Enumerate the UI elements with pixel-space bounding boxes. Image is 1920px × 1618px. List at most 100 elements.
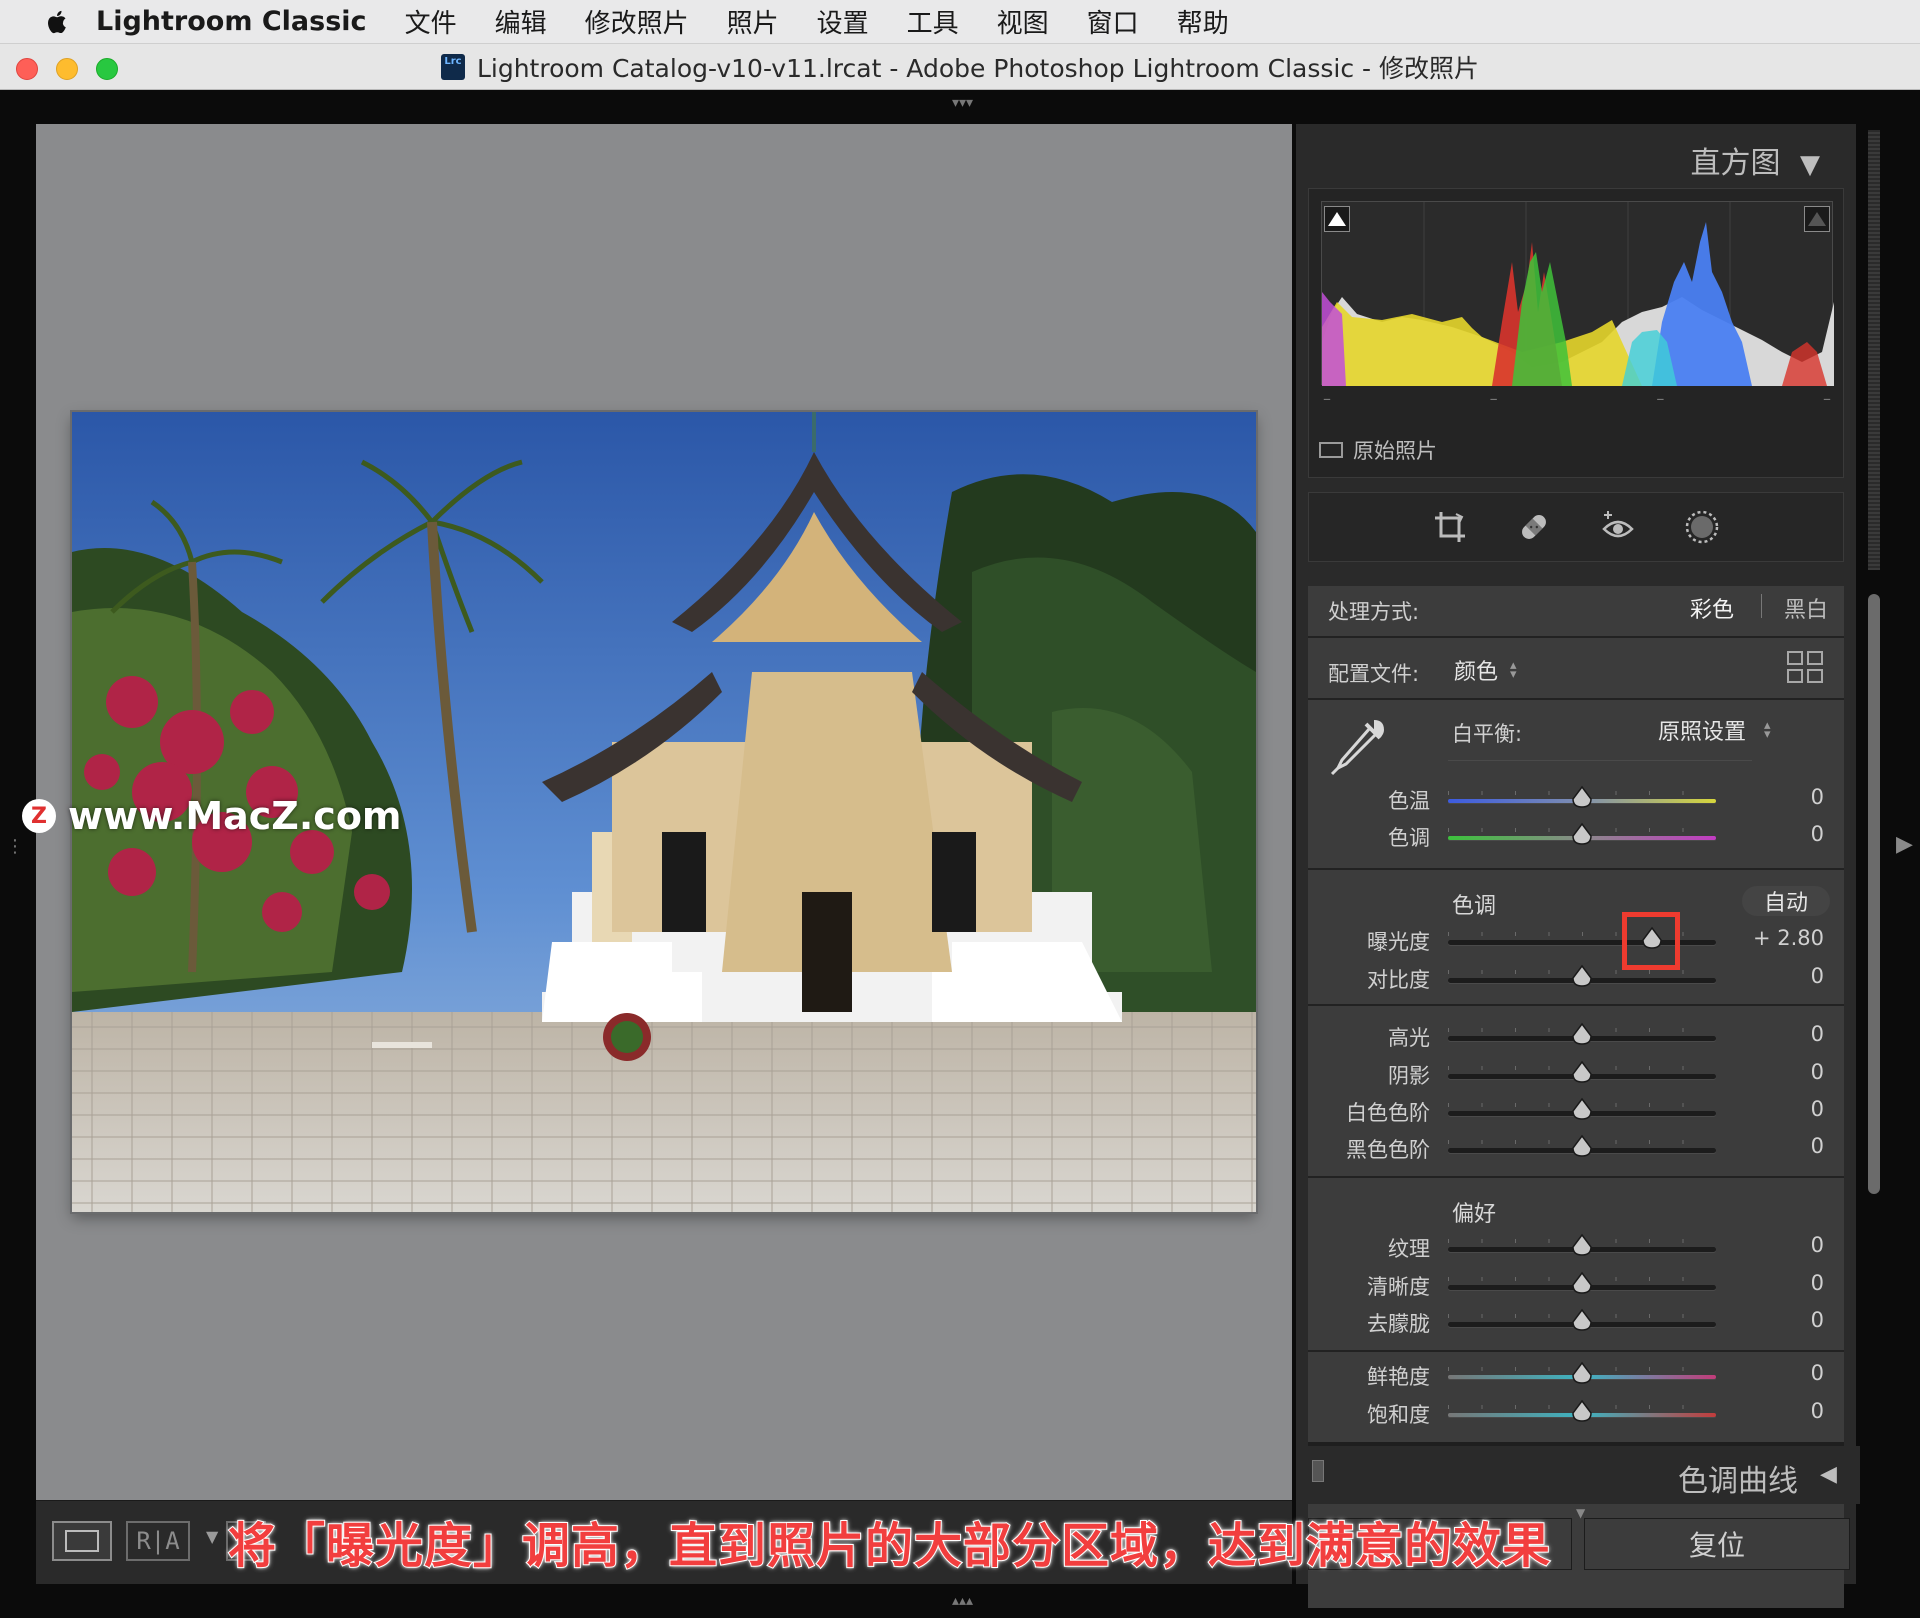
tone-header: 色调 — [1452, 894, 1497, 919]
updown-chevron-icon: ▴ ▾ — [1764, 718, 1771, 742]
slider-label: 阴影 — [1388, 1064, 1430, 1088]
slider-value[interactable]: 0 — [1811, 1399, 1824, 1423]
reset-button[interactable]: 复位 — [1584, 1518, 1850, 1570]
original-photo-label: 原始照片 — [1353, 439, 1437, 463]
section-divider — [1308, 868, 1844, 870]
slider-value[interactable]: 0 — [1811, 964, 1824, 988]
crop-tool-icon[interactable] — [1432, 509, 1468, 545]
slider-value[interactable]: 0 — [1811, 785, 1824, 809]
section-divider — [1308, 1004, 1844, 1006]
section-divider — [1308, 1350, 1844, 1352]
menu-edit[interactable]: 编辑 — [495, 3, 547, 40]
highlight-clipping-toggle[interactable] — [1804, 206, 1830, 232]
section-divider — [1308, 636, 1844, 638]
slider-value[interactable]: 0 — [1811, 1271, 1824, 1295]
tutorial-caption: 将「曝光度」调高，直到照片的大部分区域，达到满意的效果 — [227, 1517, 1552, 1575]
before-after-view-button[interactable]: R|A — [126, 1521, 190, 1561]
zoom-window-button[interactable] — [96, 58, 118, 80]
slider-value[interactable]: 0 — [1811, 1134, 1824, 1158]
auto-tone-button[interactable]: 自动 — [1742, 886, 1830, 916]
red-eye-tool-icon[interactable] — [1600, 509, 1636, 545]
watermark-text: www.MacZ.com — [68, 794, 402, 838]
slider-label: 鲜艳度 — [1367, 1365, 1430, 1389]
slider-label: 饱和度 — [1367, 1403, 1430, 1427]
left-panel-toggle-icon[interactable]: ⋮ — [6, 838, 24, 856]
menu-view[interactable]: 视图 — [997, 3, 1049, 40]
white-balance-label: 白平衡: — [1452, 722, 1523, 746]
slider-label: 黑色色阶 — [1346, 1138, 1430, 1162]
window-title: Lightroom Catalog-v10-v11.lrcat - Adobe … — [476, 53, 1480, 83]
menu-develop[interactable]: 修改照片 — [585, 3, 689, 40]
slider-value[interactable]: 0 — [1811, 1022, 1824, 1046]
section-divider — [1308, 698, 1844, 700]
slider-label: 去朦胧 — [1367, 1312, 1430, 1336]
menu-file[interactable]: 文件 — [405, 3, 457, 40]
treatment-label: 处理方式: — [1328, 600, 1420, 624]
slider-label: 色调 — [1388, 826, 1430, 850]
close-window-button[interactable] — [16, 58, 38, 80]
histogram-header[interactable]: 直方图 ▼ — [1690, 138, 1820, 182]
apple-icon[interactable] — [44, 9, 68, 35]
bottom-panel-toggle-icon[interactable]: ▴▴▴ — [952, 1594, 973, 1608]
white-balance-eyedropper-icon[interactable] — [1326, 712, 1392, 778]
treatment-divider — [1761, 594, 1762, 618]
chevron-down-icon[interactable]: ▼ — [206, 1527, 218, 1546]
panel-scrollbar[interactable] — [1868, 594, 1880, 1194]
panel-switch-toggle[interactable] — [1312, 1460, 1324, 1482]
white-balance-select[interactable]: 原照设置 ▴ ▾ — [1658, 714, 1771, 746]
slider-value[interactable]: 0 — [1811, 1233, 1824, 1257]
histogram-plot[interactable] — [1321, 201, 1834, 386]
updown-chevron-icon: ▴ ▾ — [1510, 658, 1517, 682]
window-titlebar: Lrc Lightroom Catalog-v10-v11.lrcat - Ad… — [0, 44, 1920, 90]
menu-settings[interactable]: 设置 — [817, 3, 869, 40]
watermark: Z www.MacZ.com — [22, 794, 402, 838]
slider-value[interactable]: 0 — [1811, 1060, 1824, 1084]
profile-select[interactable]: 颜色 ▴ ▾ — [1454, 654, 1517, 686]
treatment-color-option[interactable]: 彩色 — [1690, 592, 1734, 624]
minimize-window-button[interactable] — [56, 58, 78, 80]
slider-value[interactable]: + 2.80 — [1753, 926, 1824, 950]
lrc-document-icon: Lrc — [440, 53, 465, 80]
app-menu[interactable]: Lightroom Classic — [96, 6, 367, 37]
panel-scroll-grip — [1868, 130, 1880, 570]
histogram-readout: – – – – — [1323, 389, 1831, 408]
healing-tool-icon[interactable] — [1516, 509, 1552, 545]
masking-tool-icon[interactable] — [1684, 509, 1720, 545]
right-panel-toggle-icon[interactable]: ▶ — [1896, 834, 1913, 856]
white-balance-value: 原照设置 — [1658, 720, 1747, 745]
histogram-title: 直方图 — [1690, 146, 1781, 181]
treatment-bw-option[interactable]: 黑白 — [1784, 592, 1828, 624]
original-photo-toggle[interactable]: 原始照片 — [1319, 435, 1437, 465]
profile-browser-grid-icon[interactable] — [1786, 650, 1826, 686]
menu-photo[interactable]: 照片 — [727, 3, 779, 40]
top-panel-toggle-icon[interactable]: ▾▾▾ — [952, 96, 973, 110]
slider-label: 曝光度 — [1367, 930, 1430, 954]
menu-tools[interactable]: 工具 — [907, 3, 959, 40]
histogram-box: – – – – 原始照片 — [1308, 188, 1844, 478]
slider-value[interactable]: 0 — [1811, 1361, 1824, 1385]
slider-label: 对比度 — [1367, 968, 1430, 992]
wb-separator — [1448, 760, 1752, 761]
shadow-clipping-toggle[interactable] — [1324, 206, 1350, 232]
loupe-view-button[interactable] — [52, 1521, 112, 1561]
slider-label: 清晰度 — [1367, 1275, 1430, 1299]
checkbox[interactable] — [1319, 442, 1343, 458]
collapse-triangle-icon[interactable]: ▼ — [1800, 150, 1820, 180]
tone-curve-header: 色调曲线 — [1678, 1464, 1798, 1499]
presence-header: 偏好 — [1452, 1202, 1497, 1227]
profile-label: 配置文件: — [1328, 662, 1420, 686]
slider-value[interactable]: 0 — [1811, 1097, 1824, 1121]
menubar: Lightroom Classic 文件 编辑 修改照片 照片 设置 工具 视图… — [0, 0, 1920, 44]
menu-window[interactable]: 窗口 — [1087, 3, 1139, 40]
slider-label: 白色色阶 — [1346, 1101, 1430, 1125]
collapse-triangle-icon[interactable]: ◀ — [1820, 1462, 1837, 1487]
slider-label: 高光 — [1388, 1026, 1430, 1050]
watermark-logo-icon: Z — [22, 799, 56, 833]
menu-help[interactable]: 帮助 — [1177, 3, 1229, 40]
slider-value[interactable]: 0 — [1811, 1308, 1824, 1332]
histogram-graph — [1322, 202, 1834, 386]
exposure-slider-highlight-box — [1622, 912, 1680, 970]
slider-label: 纹理 — [1388, 1237, 1430, 1261]
tool-strip — [1308, 492, 1844, 562]
slider-value[interactable]: 0 — [1811, 822, 1824, 846]
